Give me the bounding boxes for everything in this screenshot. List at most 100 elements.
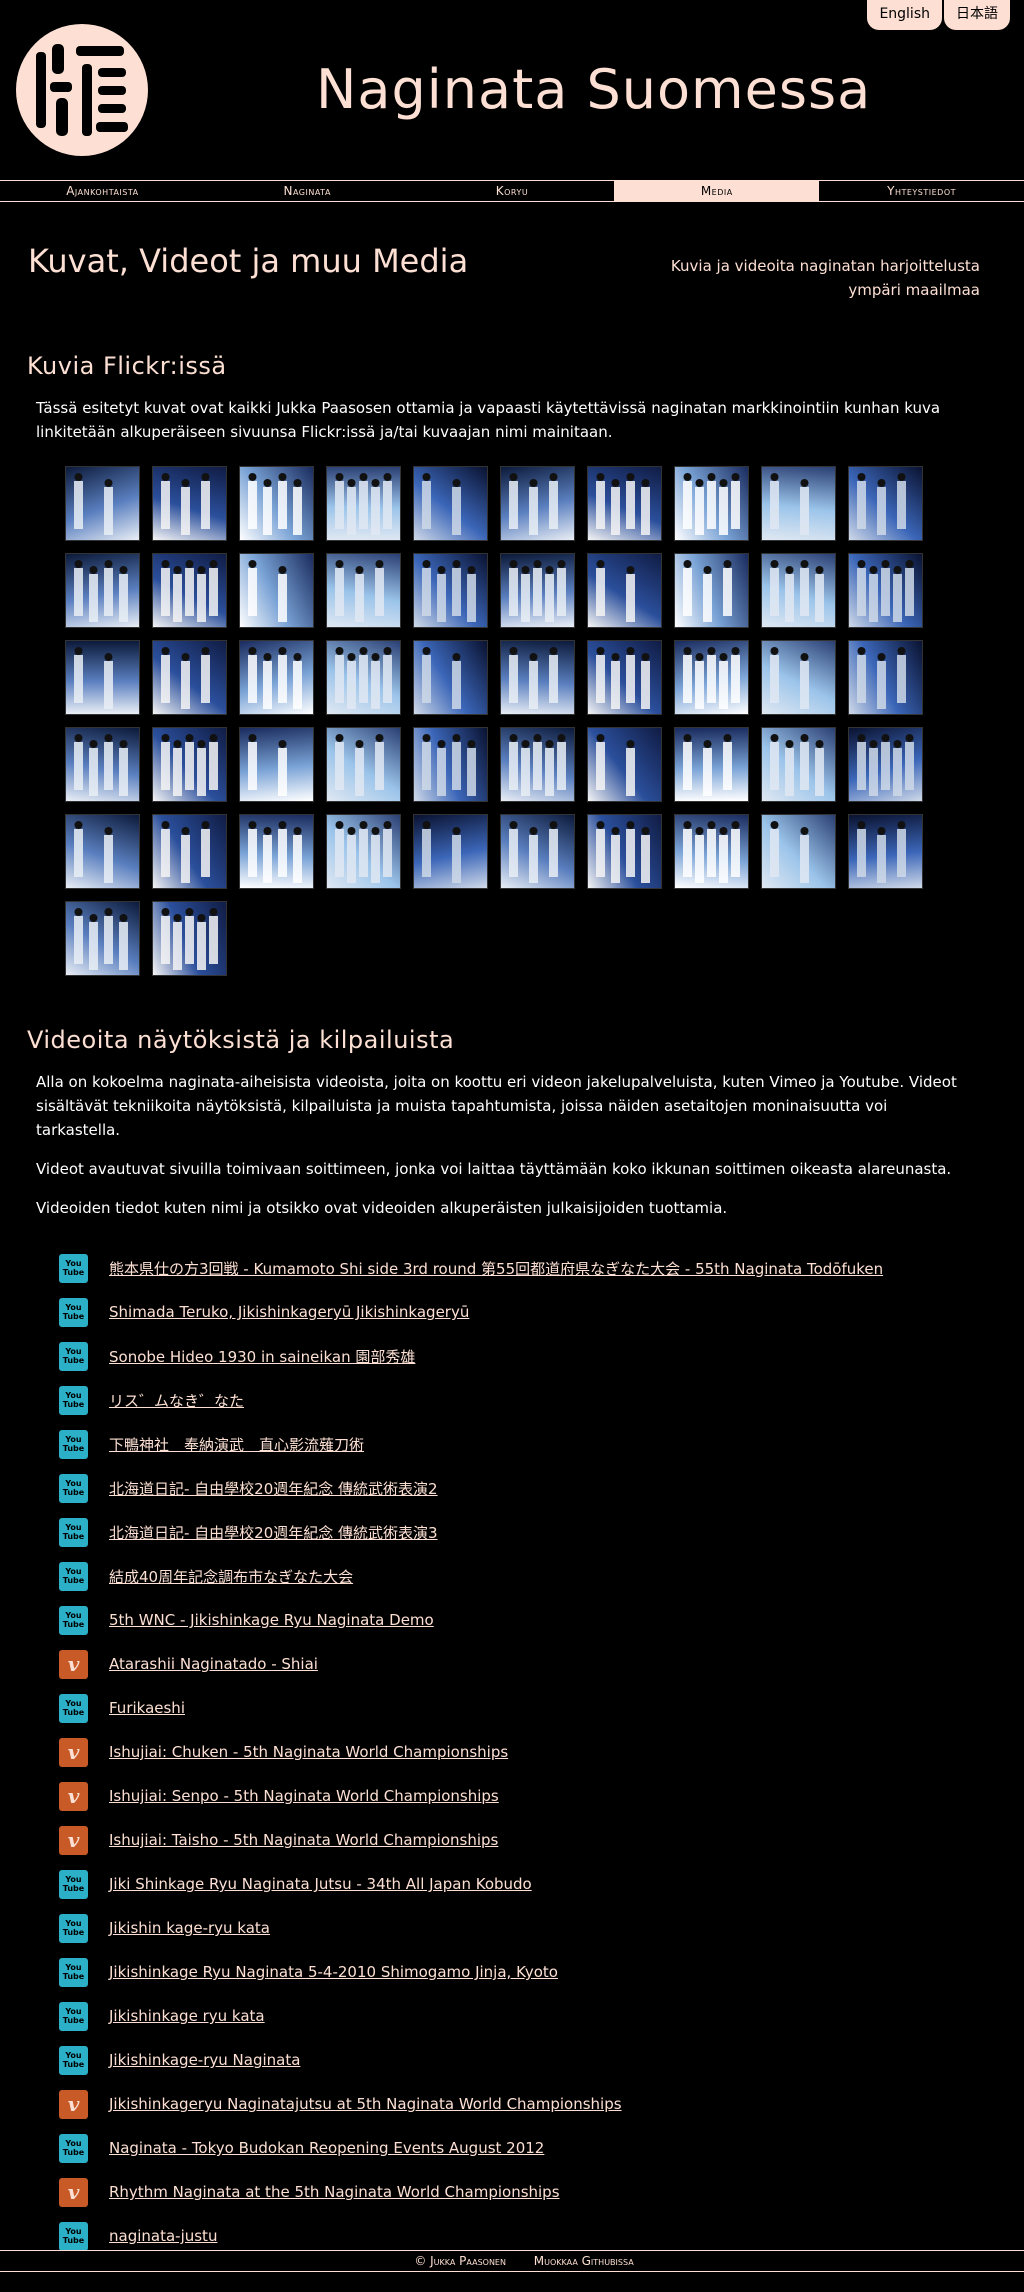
- video-list-item: You Tube Jikishin kage-ryu kata: [59, 1906, 1024, 1950]
- nav-koryu[interactable]: Koryu: [410, 181, 615, 201]
- flickr-thumbnail[interactable]: [239, 727, 314, 802]
- nav-naginata[interactable]: Naginata: [205, 181, 410, 201]
- flickr-thumbnail[interactable]: [761, 466, 836, 541]
- video-link[interactable]: Naginata - Tokyo Budokan Reopening Event…: [109, 2139, 544, 2157]
- flickr-thumbnail[interactable]: [326, 727, 401, 802]
- flickr-thumbnail[interactable]: [674, 640, 749, 715]
- flickr-thumbnail[interactable]: [413, 466, 488, 541]
- video-link[interactable]: Rhythm Naginata at the 5th Naginata Worl…: [109, 2183, 560, 2201]
- video-link[interactable]: Ishujiai: Chuken - 5th Naginata World Ch…: [109, 1743, 508, 1761]
- flickr-thumbnail[interactable]: [65, 640, 140, 715]
- flickr-thumbnail[interactable]: [848, 814, 923, 889]
- video-link[interactable]: 5th WNC - Jikishinkage Ryu Naginata Demo: [109, 1611, 434, 1629]
- flickr-thumbnail[interactable]: [65, 466, 140, 541]
- video-link[interactable]: 結成40周年記念調布市なぎなた大会: [109, 1566, 353, 1587]
- flickr-thumbnail[interactable]: [413, 814, 488, 889]
- flickr-thumbnail[interactable]: [239, 553, 314, 628]
- videos-heading: Videoita näytöksistä ja kilpailuista: [27, 1026, 455, 1054]
- lang-japanese-link[interactable]: 日本語: [944, 0, 1010, 30]
- flickr-thumbnail[interactable]: [848, 553, 923, 628]
- video-link[interactable]: Jikishin kage-ryu kata: [109, 1919, 270, 1937]
- youtube-icon: You Tube: [59, 1385, 88, 1415]
- flickr-thumbnail[interactable]: [587, 553, 662, 628]
- flickr-thumbnail[interactable]: [152, 553, 227, 628]
- flickr-thumbnail[interactable]: [848, 640, 923, 715]
- flickr-thumbnail[interactable]: [587, 814, 662, 889]
- video-link[interactable]: 下鴨神社 奉納演武 直心影流薙刀術: [109, 1434, 364, 1455]
- video-link[interactable]: Ishujiai: Senpo - 5th Naginata World Cha…: [109, 1787, 499, 1805]
- flickr-thumbnail[interactable]: [239, 814, 314, 889]
- flickr-thumbnail[interactable]: [587, 466, 662, 541]
- flickr-thumbnail[interactable]: [500, 814, 575, 889]
- flickr-thumbnail[interactable]: [587, 640, 662, 715]
- video-list-item: v Ishujiai: Senpo - 5th Naginata World Ch…: [59, 1774, 1024, 1818]
- video-link[interactable]: Jikishinkageryu Naginatajutsu at 5th Nag…: [109, 2095, 622, 2113]
- nav-ajankohtaista[interactable]: Ajankohtaista: [0, 181, 205, 201]
- flickr-thumbnail[interactable]: [65, 553, 140, 628]
- flickr-thumbnail[interactable]: [413, 640, 488, 715]
- flickr-thumbnail[interactable]: [761, 814, 836, 889]
- flickr-thumbnail[interactable]: [152, 640, 227, 715]
- video-list-item: You Tube Naginata - Tokyo Budokan Reopenin…: [59, 2126, 1024, 2170]
- flickr-thumbnail[interactable]: [413, 553, 488, 628]
- flickr-thumbnail[interactable]: [152, 466, 227, 541]
- flickr-thumbnail[interactable]: [674, 553, 749, 628]
- video-link[interactable]: Jikishinkage Ryu Naginata 5-4-2010 Shimo…: [109, 1963, 558, 1981]
- video-link[interactable]: リス゛ムなき゛なた: [109, 1390, 244, 1411]
- video-link[interactable]: 熊本県仕の方3回戦 - Kumamoto Shi side 3rd round …: [109, 1258, 883, 1279]
- video-link[interactable]: Jikishinkage ryu kata: [109, 2007, 265, 2025]
- flickr-thumbnail[interactable]: [152, 901, 227, 976]
- video-link[interactable]: naginata-justu: [109, 2227, 217, 2245]
- video-link[interactable]: Atarashii Naginatado - Shiai: [109, 1655, 318, 1673]
- flickr-thumbnail[interactable]: [848, 466, 923, 541]
- video-link[interactable]: Sonobe Hideo 1930 in saineikan 園部秀雄: [109, 1346, 415, 1367]
- flickr-thumbnail[interactable]: [500, 727, 575, 802]
- youtube-icon: You Tube: [59, 1913, 88, 1943]
- flickr-thumbnail[interactable]: [848, 727, 923, 802]
- flickr-thumbnail[interactable]: [674, 466, 749, 541]
- flickr-thumbnail-grid: [65, 466, 945, 976]
- site-footer: © Jukka Paasonen Muokkaa Githubissa: [0, 2250, 1024, 2272]
- flickr-thumbnail[interactable]: [152, 727, 227, 802]
- language-switcher: English 日本語: [867, 0, 1010, 30]
- flickr-thumbnail[interactable]: [65, 814, 140, 889]
- video-link[interactable]: Jiki Shinkage Ryu Naginata Jutsu - 34th …: [109, 1875, 532, 1893]
- flickr-thumbnail[interactable]: [326, 640, 401, 715]
- flickr-thumbnail[interactable]: [239, 640, 314, 715]
- nav-yhteystiedot[interactable]: Yhteystiedot: [819, 181, 1024, 201]
- video-link[interactable]: 北海道日記- 自由學校20週年紀念 傳統武術表演3: [109, 1522, 438, 1543]
- video-link[interactable]: Furikaeshi: [109, 1699, 185, 1717]
- nav-media[interactable]: Media: [614, 181, 820, 201]
- flickr-thumbnail[interactable]: [65, 901, 140, 976]
- flickr-thumbnail[interactable]: [761, 727, 836, 802]
- flickr-thumbnail[interactable]: [239, 466, 314, 541]
- flickr-thumbnail[interactable]: [500, 466, 575, 541]
- naginata-kanji-logo-icon[interactable]: [16, 24, 148, 156]
- flickr-thumbnail[interactable]: [761, 553, 836, 628]
- flickr-thumbnail[interactable]: [326, 553, 401, 628]
- flickr-thumbnail[interactable]: [326, 814, 401, 889]
- flickr-thumbnail[interactable]: [761, 640, 836, 715]
- video-link[interactable]: Shimada Teruko, Jikishinkageryū Jikishin…: [109, 1303, 469, 1321]
- footer-edit-link[interactable]: Muokkaa Githubissa: [534, 2254, 634, 2268]
- video-list-item: You Tube 熊本県仕の方3回戦 - Kumamoto Shi side 3rd…: [59, 1246, 1024, 1290]
- video-link[interactable]: Jikishinkage-ryu Naginata: [109, 2051, 300, 2069]
- lang-english-link[interactable]: English: [867, 0, 942, 30]
- flickr-thumbnail[interactable]: [587, 727, 662, 802]
- footer-copyright: © Jukka Paasonen: [414, 2254, 506, 2268]
- youtube-icon: You Tube: [59, 1561, 88, 1591]
- video-list-item: You Tube 結成40周年記念調布市なぎなた大会: [59, 1554, 1024, 1598]
- video-list-item: You Tube 5th WNC - Jikishinkage Ryu Nagina…: [59, 1598, 1024, 1642]
- page-subtitle: Kuvia ja videoita naginatan harjoittelus…: [670, 257, 980, 299]
- flickr-thumbnail[interactable]: [500, 553, 575, 628]
- flickr-thumbnail[interactable]: [152, 814, 227, 889]
- flickr-thumbnail[interactable]: [674, 814, 749, 889]
- flickr-thumbnail[interactable]: [413, 727, 488, 802]
- video-link[interactable]: Ishujiai: Taisho - 5th Naginata World Ch…: [109, 1831, 498, 1849]
- flickr-thumbnail[interactable]: [65, 727, 140, 802]
- video-list-item: v Ishujiai: Chuken - 5th Naginata World C…: [59, 1730, 1024, 1774]
- flickr-thumbnail[interactable]: [674, 727, 749, 802]
- flickr-thumbnail[interactable]: [500, 640, 575, 715]
- video-link[interactable]: 北海道日記- 自由學校20週年紀念 傳統武術表演2: [109, 1478, 438, 1499]
- flickr-thumbnail[interactable]: [326, 466, 401, 541]
